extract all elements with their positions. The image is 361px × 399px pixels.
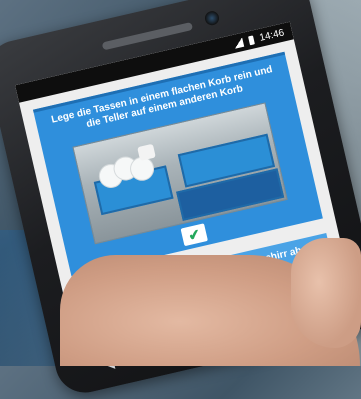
signal-icon xyxy=(232,37,245,49)
battery-icon xyxy=(247,34,255,45)
thumb xyxy=(291,238,361,348)
front-camera xyxy=(203,9,221,27)
cup xyxy=(137,143,156,161)
check-icon: ✔ xyxy=(186,225,202,244)
status-time: 14:46 xyxy=(258,26,286,44)
confirm-button-1[interactable]: ✔ xyxy=(180,223,208,247)
